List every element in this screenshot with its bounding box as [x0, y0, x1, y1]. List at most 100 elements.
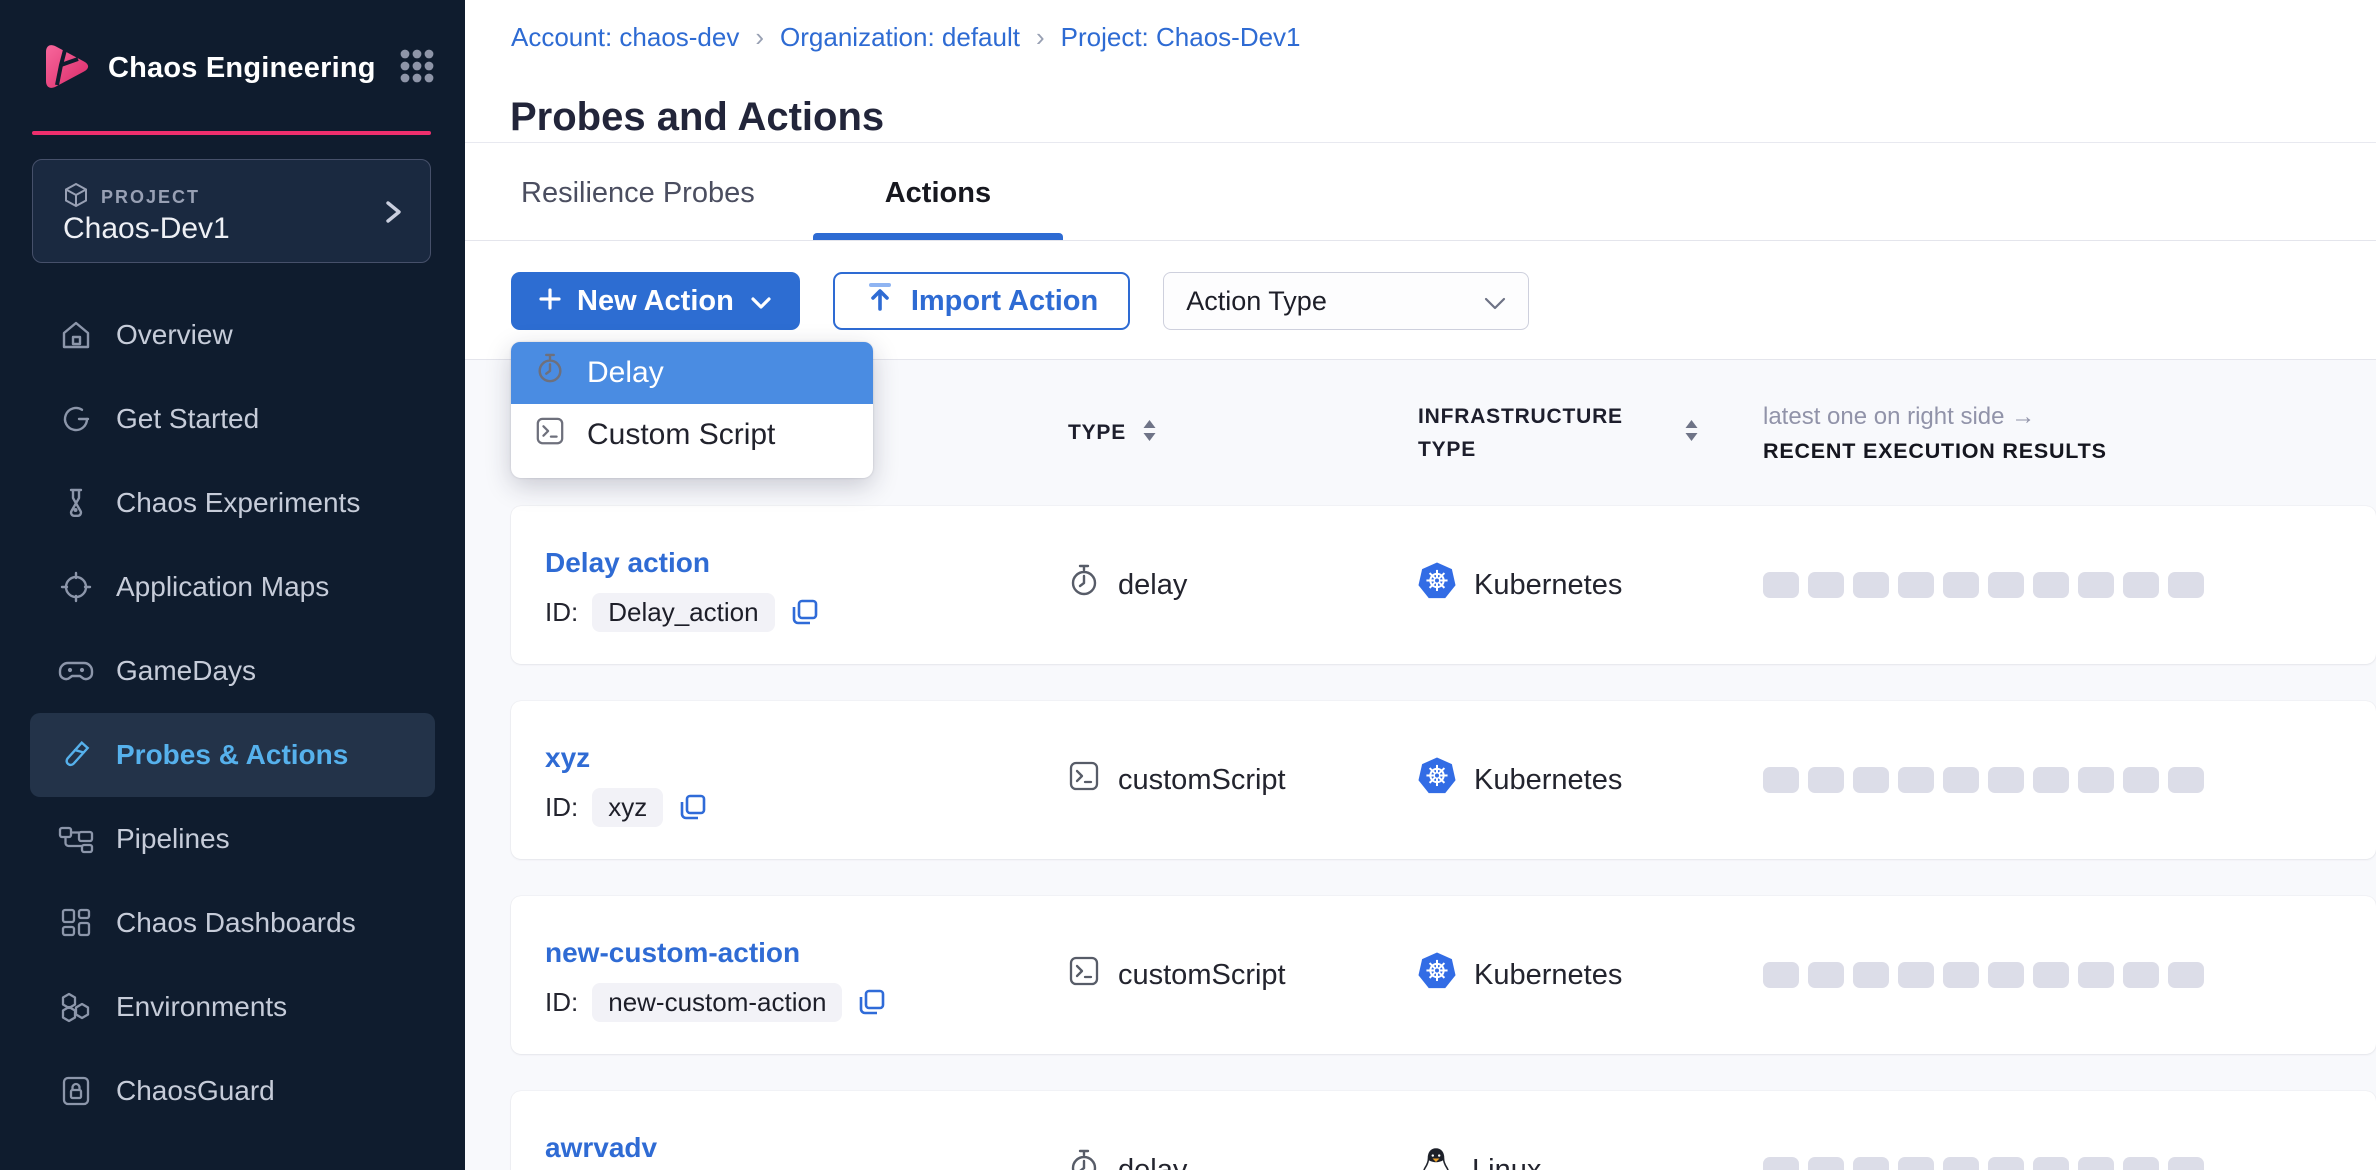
execution-result-block[interactable]	[2078, 962, 2114, 988]
sidebar-item-environments[interactable]: Environments	[0, 965, 465, 1049]
get-started-icon	[58, 401, 94, 437]
plus-icon	[539, 285, 561, 318]
action-id-chip: xyz	[592, 788, 663, 827]
execution-result-block[interactable]	[1853, 572, 1889, 598]
sidebar-item-get-started[interactable]: Get Started	[0, 377, 465, 461]
execution-result-block[interactable]	[2123, 767, 2159, 793]
tab-resilience-probes[interactable]: Resilience Probes	[511, 177, 765, 240]
accent-divider	[32, 131, 431, 135]
page-title: Probes and Actions	[510, 95, 884, 140]
action-name-link[interactable]: xyz	[545, 741, 1068, 775]
execution-result-block[interactable]	[1988, 1157, 2024, 1170]
sidebar-item-application-maps[interactable]: Application Maps	[0, 545, 465, 629]
execution-result-block[interactable]	[2168, 962, 2204, 988]
execution-result-block[interactable]	[1808, 767, 1844, 793]
execution-result-block[interactable]	[1763, 767, 1799, 793]
infrastructure-cell: Kubernetes	[1418, 562, 1763, 608]
app-grid-icon[interactable]	[399, 48, 435, 89]
actions-table: TYPE INFRASTRUCTURE TYPE latest one on r	[465, 360, 2376, 1170]
action-id-chip: new-custom-action	[592, 983, 842, 1022]
project-label: PROJECT	[101, 187, 200, 208]
execution-result-block[interactable]	[1763, 962, 1799, 988]
import-action-button[interactable]: Import Action	[833, 272, 1130, 330]
tab-actions[interactable]: Actions	[813, 177, 1063, 240]
sidebar-item-chaos-experiments[interactable]: Chaos Experiments	[0, 461, 465, 545]
execution-result-block[interactable]	[1988, 962, 2024, 988]
copy-icon[interactable]	[856, 987, 887, 1018]
column-header-infrastructure[interactable]: INFRASTRUCTURE TYPE	[1418, 400, 1763, 466]
table-row[interactable]: awrvadv delay	[511, 1091, 2376, 1170]
execution-result-block[interactable]	[2123, 572, 2159, 598]
sidebar-item-chaosguard[interactable]: ChaosGuard	[0, 1049, 465, 1133]
execution-result-block[interactable]	[2078, 572, 2114, 598]
execution-result-block[interactable]	[2078, 767, 2114, 793]
execution-result-block[interactable]	[2123, 962, 2159, 988]
table-row[interactable]: new-custom-action ID: new-custom-action	[511, 896, 2376, 1054]
execution-result-block[interactable]	[1808, 962, 1844, 988]
execution-result-block[interactable]	[2078, 1157, 2114, 1170]
action-id-chip: Delay_action	[592, 593, 774, 632]
breadcrumb-organization[interactable]: Organization: default	[780, 22, 1020, 53]
chevron-down-icon	[750, 285, 772, 318]
sidebar-item-pipelines[interactable]: Pipelines	[0, 797, 465, 881]
execution-result-block[interactable]	[2033, 1157, 2069, 1170]
sort-icon[interactable]	[1684, 419, 1699, 448]
dashboard-icon	[58, 905, 94, 941]
execution-result-block[interactable]	[1943, 572, 1979, 598]
execution-result-block[interactable]	[2033, 572, 2069, 598]
execution-result-block[interactable]	[1898, 767, 1934, 793]
flask-icon	[58, 485, 94, 521]
sidebar-item-gamedays[interactable]: GameDays	[0, 629, 465, 713]
execution-result-block[interactable]	[1943, 962, 1979, 988]
action-type-select[interactable]: Action Type	[1163, 272, 1529, 330]
table-rows: Delay action ID: Delay_action	[511, 506, 2376, 1170]
execution-result-block[interactable]	[1853, 767, 1889, 793]
execution-result-block[interactable]	[1808, 572, 1844, 598]
sidebar-item-probes-actions[interactable]: Probes & Actions	[30, 713, 435, 797]
table-row[interactable]: Delay action ID: Delay_action	[511, 506, 2376, 664]
execution-result-block[interactable]	[1898, 962, 1934, 988]
new-action-button[interactable]: New Action	[511, 272, 800, 330]
results-note: latest one on right side →	[1763, 403, 2035, 431]
menu-item-custom-script[interactable]: Custom Script	[511, 404, 873, 466]
action-name-link[interactable]: Delay action	[545, 546, 1068, 580]
menu-item-delay[interactable]: Delay	[511, 342, 873, 404]
action-name-link[interactable]: awrvadv	[545, 1131, 1068, 1165]
execution-result-block[interactable]	[2168, 767, 2204, 793]
execution-result-block[interactable]	[1853, 1157, 1889, 1170]
terminal-icon	[535, 416, 565, 454]
execution-result-block[interactable]	[1808, 1157, 1844, 1170]
execution-result-block[interactable]	[2123, 1157, 2159, 1170]
execution-result-block[interactable]	[1943, 1157, 1979, 1170]
execution-result-block[interactable]	[1898, 572, 1934, 598]
execution-result-block[interactable]	[2033, 767, 2069, 793]
breadcrumb-project[interactable]: Project: Chaos-Dev1	[1061, 22, 1301, 53]
column-header-type[interactable]: TYPE	[1068, 419, 1418, 448]
execution-result-block[interactable]	[1943, 767, 1979, 793]
execution-result-block[interactable]	[1853, 962, 1889, 988]
sidebar-item-overview[interactable]: Overview	[0, 293, 465, 377]
execution-result-block[interactable]	[1763, 572, 1799, 598]
sidebar-item-chaos-dashboards[interactable]: Chaos Dashboards	[0, 881, 465, 965]
table-row[interactable]: xyz ID: xyz	[511, 701, 2376, 859]
execution-result-block[interactable]	[2168, 1157, 2204, 1170]
breadcrumb-account[interactable]: Account: chaos-dev	[511, 22, 739, 53]
execution-result-block[interactable]	[2168, 572, 2204, 598]
execution-result-block[interactable]	[1988, 572, 2024, 598]
project-selector[interactable]: PROJECT Chaos-Dev1	[32, 159, 431, 263]
new-action-dropdown-menu: Delay Custom Script	[511, 342, 873, 478]
terminal-icon	[1068, 760, 1100, 800]
execution-result-block[interactable]	[1988, 767, 2024, 793]
action-type-cell: delay	[1068, 1149, 1418, 1170]
action-name-link[interactable]: new-custom-action	[545, 936, 1068, 970]
hexagons-icon	[58, 989, 94, 1025]
execution-result-block[interactable]	[1763, 1157, 1799, 1170]
sort-icon[interactable]	[1142, 419, 1157, 448]
execution-result-block[interactable]	[2033, 962, 2069, 988]
lock-icon	[58, 1073, 94, 1109]
copy-icon[interactable]	[789, 597, 820, 628]
execution-result-block[interactable]	[1898, 1157, 1934, 1170]
action-type-cell: customScript	[1068, 955, 1418, 995]
column-header-results: latest one on right side → RECENT EXECUT…	[1763, 403, 2376, 464]
copy-icon[interactable]	[677, 792, 708, 823]
